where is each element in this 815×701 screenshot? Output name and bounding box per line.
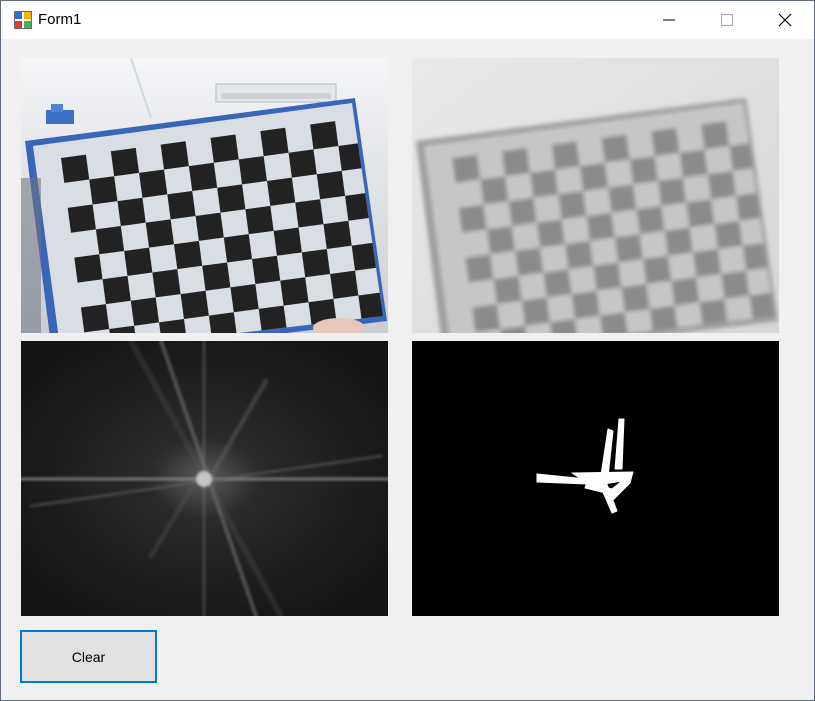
checker-square (223, 234, 253, 263)
checker-square (316, 170, 346, 200)
checker-square (89, 176, 118, 205)
fft-spectrum-image (21, 341, 388, 616)
checker-square (280, 277, 309, 306)
close-button[interactable] (756, 1, 814, 39)
checker-square (188, 162, 218, 192)
checker-square (95, 226, 125, 255)
checker-square (266, 177, 296, 206)
maximize-button[interactable] (698, 1, 756, 39)
checker-square (180, 290, 209, 319)
checker-square (202, 262, 231, 291)
checker-square (110, 147, 140, 177)
checker-square (160, 141, 189, 170)
checker-square (152, 269, 181, 298)
close-icon (778, 13, 792, 27)
checker-square (74, 254, 103, 283)
checker-square (167, 191, 196, 220)
checker-square (117, 197, 146, 227)
window-title: Form1 (38, 11, 82, 28)
checker-square (102, 275, 131, 305)
checker-square (230, 284, 259, 313)
title-bar[interactable]: Form1 (1, 1, 814, 39)
blurred-image (412, 58, 779, 333)
checker-square (330, 270, 359, 299)
camera-image (21, 58, 388, 333)
checker-square (260, 127, 289, 157)
maximize-icon (721, 14, 733, 26)
checker-square (238, 156, 267, 185)
checker-square (323, 220, 352, 250)
checker-square (195, 212, 224, 241)
minimize-button[interactable] (640, 1, 698, 39)
clear-button[interactable]: Clear (20, 630, 157, 683)
checker-square (124, 247, 153, 276)
checker-square (310, 121, 339, 150)
app-icon (14, 11, 32, 29)
checker-square (130, 297, 160, 326)
checker-square (288, 149, 317, 178)
checker-square (139, 169, 168, 198)
binary-mask-image (412, 341, 779, 616)
checker-square (80, 304, 110, 333)
checker-square (67, 204, 96, 233)
main-window: Form1 Clear (0, 0, 815, 701)
checker-square (252, 255, 281, 285)
checker-square (217, 184, 246, 213)
checker-square (173, 240, 203, 270)
checker-square (245, 205, 274, 235)
checker-square (210, 134, 239, 163)
checker-square (273, 227, 302, 256)
checker-square (301, 249, 331, 278)
checker-square (295, 199, 324, 228)
minimize-icon (663, 19, 675, 21)
checker-square (61, 154, 90, 183)
checker-square (145, 219, 174, 248)
checker-square (208, 312, 238, 333)
